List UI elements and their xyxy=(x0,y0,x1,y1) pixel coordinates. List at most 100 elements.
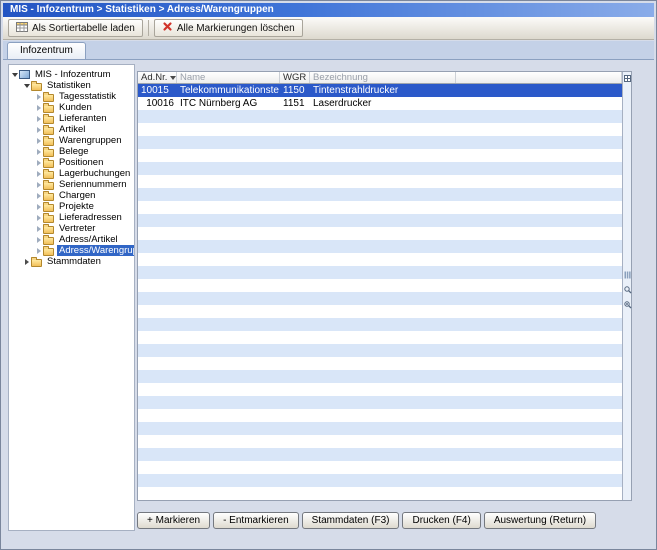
cell-empty[interactable] xyxy=(456,84,622,97)
folder-icon xyxy=(43,248,54,256)
cell-wgr[interactable]: 1150 xyxy=(280,84,310,97)
column-header-adnr[interactable]: Ad.Nr. xyxy=(138,72,177,83)
computer-icon xyxy=(19,70,30,79)
tree-item-label: Artikel xyxy=(57,124,87,135)
collapsed-arrow-icon[interactable] xyxy=(37,171,41,177)
grid-select-icon[interactable] xyxy=(623,73,632,83)
drucken-button[interactable]: Drucken (F4) xyxy=(402,512,480,529)
load-sort-table-button[interactable]: Als Sortiertabelle laden xyxy=(8,19,143,37)
columns-icon[interactable] xyxy=(623,270,632,280)
collapsed-arrow-icon[interactable] xyxy=(25,259,29,265)
collapsed-arrow-icon[interactable] xyxy=(37,160,41,166)
column-header-name[interactable]: Name xyxy=(177,72,280,83)
expanded-arrow-icon[interactable] xyxy=(24,84,30,88)
entmarkieren-button[interactable]: - Entmarkieren xyxy=(213,512,299,529)
collapsed-arrow-icon[interactable] xyxy=(37,116,41,122)
tree-item-label: Stammdaten xyxy=(45,256,103,267)
folder-icon xyxy=(43,204,54,212)
tree-item-label: Chargen xyxy=(57,190,97,201)
tree-item-label: Lieferanten xyxy=(57,113,109,124)
cell-adnr[interactable]: 10016 xyxy=(138,97,177,110)
tree-item-belege[interactable]: Belege xyxy=(9,146,134,157)
collapsed-arrow-icon[interactable] xyxy=(37,215,41,221)
collapsed-arrow-icon[interactable] xyxy=(37,94,41,100)
stammdaten-button[interactable]: Stammdaten (F3) xyxy=(302,512,400,529)
collapsed-arrow-icon[interactable] xyxy=(37,127,41,133)
column-label: Ad.Nr. xyxy=(141,72,167,83)
collapsed-arrow-icon[interactable] xyxy=(37,237,41,243)
tab-infozentrum[interactable]: Infozentrum xyxy=(7,42,86,59)
tree-item-statistiken[interactable]: Statistiken xyxy=(9,80,134,91)
folder-icon xyxy=(43,171,54,179)
tree-item-label: Positionen xyxy=(57,157,105,168)
window-title: MIS - Infozentrum > Statistiken > Adress… xyxy=(10,4,274,15)
tree-item-lieferanten[interactable]: Lieferanten xyxy=(9,113,134,124)
tree-item-mis-infozentrum[interactable]: MIS - Infozentrum xyxy=(9,69,134,80)
search-icon[interactable] xyxy=(623,285,632,295)
collapsed-arrow-icon[interactable] xyxy=(37,248,41,254)
tree-item-label: Adress/Artikel xyxy=(57,234,120,245)
tree-item-tagesstatistik[interactable]: Tagesstatistik xyxy=(9,91,134,102)
tree-item-adress-artikel[interactable]: Adress/Artikel xyxy=(9,234,134,245)
cell-name[interactable]: ITC Nürnberg AG xyxy=(177,97,280,110)
folder-icon xyxy=(43,105,54,113)
tree-item-artikel[interactable]: Artikel xyxy=(9,124,134,135)
tree-item-lagerbuchungen[interactable]: Lagerbuchungen xyxy=(9,168,134,179)
grid-main: Ad.Nr. Name WGR Bezeichnung 10015 Teleko… xyxy=(138,72,622,500)
tree-item-adress-warengruppen[interactable]: Adress/Warengruppen xyxy=(9,245,134,256)
column-header-wgr[interactable]: WGR xyxy=(280,72,310,83)
clear-marks-label: Alle Markierungen löschen xyxy=(177,23,295,34)
folder-icon xyxy=(43,182,54,190)
tree-item-label: MIS - Infozentrum xyxy=(33,69,113,80)
folder-icon xyxy=(43,226,54,234)
cell-bezeichnung[interactable]: Laserdrucker xyxy=(310,97,456,110)
tree-item-vertreter[interactable]: Vertreter xyxy=(9,223,134,234)
column-header-bezeichnung[interactable]: Bezeichnung xyxy=(310,72,456,83)
zoom-icon[interactable] xyxy=(623,300,632,310)
table-row[interactable]: 10016 ITC Nürnberg AG 1151 Laserdrucker xyxy=(138,97,622,110)
tree-item-stammdaten[interactable]: Stammdaten xyxy=(9,256,134,267)
cell-bezeichnung[interactable]: Tintenstrahldrucker xyxy=(310,84,456,97)
tree-item-label: Warengruppen xyxy=(57,135,124,146)
collapsed-arrow-icon[interactable] xyxy=(37,226,41,232)
cell-name[interactable]: Telekommunikationste xyxy=(177,84,280,97)
cell-wgr[interactable]: 1151 xyxy=(280,97,310,110)
collapsed-arrow-icon[interactable] xyxy=(37,204,41,210)
tree-item-label: Lagerbuchungen xyxy=(57,168,132,179)
auswertung-button[interactable]: Auswertung (Return) xyxy=(484,512,596,529)
tree-item-warengruppen[interactable]: Warengruppen xyxy=(9,135,134,146)
column-label: Name xyxy=(180,72,205,83)
tree-item-positionen[interactable]: Positionen xyxy=(9,157,134,168)
expanded-arrow-icon[interactable] xyxy=(12,73,18,77)
folder-icon xyxy=(43,149,54,157)
tree-item-projekte[interactable]: Projekte xyxy=(9,201,134,212)
collapsed-arrow-icon[interactable] xyxy=(37,149,41,155)
clear-marks-button[interactable]: Alle Markierungen löschen xyxy=(154,19,303,37)
navigation-tree: MIS - Infozentrum Statistiken Tagesstati… xyxy=(8,64,135,531)
folder-icon xyxy=(43,138,54,146)
table-body[interactable]: 10015 Telekommunikationste 1150 Tintenst… xyxy=(138,84,622,500)
tab-label: Infozentrum xyxy=(20,45,73,56)
markieren-button[interactable]: + Markieren xyxy=(137,512,210,529)
collapsed-arrow-icon[interactable] xyxy=(37,193,41,199)
data-grid: Ad.Nr. Name WGR Bezeichnung 10015 Teleko… xyxy=(137,71,632,501)
tree-item-lieferadressen[interactable]: Lieferadressen xyxy=(9,212,134,223)
column-header-empty xyxy=(456,72,622,83)
tree-item-chargen[interactable]: Chargen xyxy=(9,190,134,201)
cell-empty[interactable] xyxy=(456,97,622,110)
table-row-selected[interactable]: 10015 Telekommunikationste 1150 Tintenst… xyxy=(138,84,622,97)
tree-item-kunden[interactable]: Kunden xyxy=(9,102,134,113)
toolbar: Als Sortiertabelle laden Alle Markierung… xyxy=(3,17,654,40)
collapsed-arrow-icon[interactable] xyxy=(37,182,41,188)
folder-icon xyxy=(43,193,54,201)
collapsed-arrow-icon[interactable] xyxy=(37,138,41,144)
tree-item-seriennummern[interactable]: Seriennummern xyxy=(9,179,134,190)
grid-side-toolbar xyxy=(622,72,631,500)
app-window: MIS - Infozentrum > Statistiken > Adress… xyxy=(0,0,657,550)
red-x-icon xyxy=(162,21,173,35)
load-sort-table-label: Als Sortiertabelle laden xyxy=(32,23,135,34)
tree-item-label: Lieferadressen xyxy=(57,212,124,223)
tree-item-label: Belege xyxy=(57,146,91,157)
collapsed-arrow-icon[interactable] xyxy=(37,105,41,111)
cell-adnr[interactable]: 10015 xyxy=(138,84,177,97)
